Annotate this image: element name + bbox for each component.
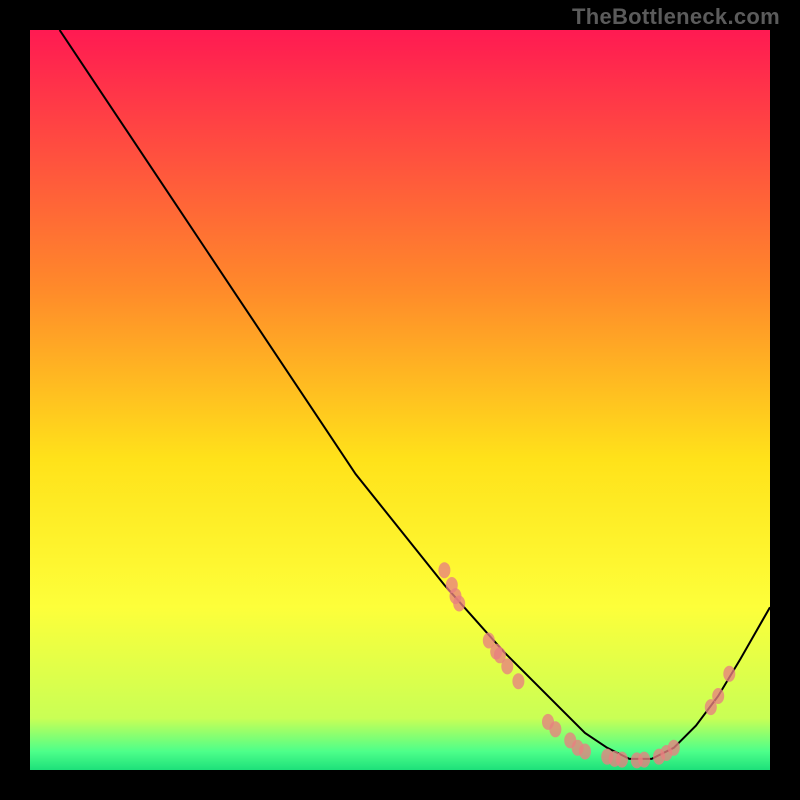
- chart-svg: [30, 30, 770, 770]
- plot-area: [30, 30, 770, 770]
- data-point: [549, 721, 561, 737]
- data-point: [438, 562, 450, 578]
- data-point: [616, 752, 628, 768]
- data-point: [638, 752, 650, 768]
- data-point: [723, 666, 735, 682]
- data-point: [453, 596, 465, 612]
- data-point: [712, 688, 724, 704]
- watermark-text: TheBottleneck.com: [572, 4, 780, 30]
- data-point: [579, 744, 591, 760]
- data-point: [668, 740, 680, 756]
- heatmap-background: [30, 30, 770, 770]
- data-point: [501, 658, 513, 674]
- chart-container: TheBottleneck.com: [0, 0, 800, 800]
- data-point: [512, 673, 524, 689]
